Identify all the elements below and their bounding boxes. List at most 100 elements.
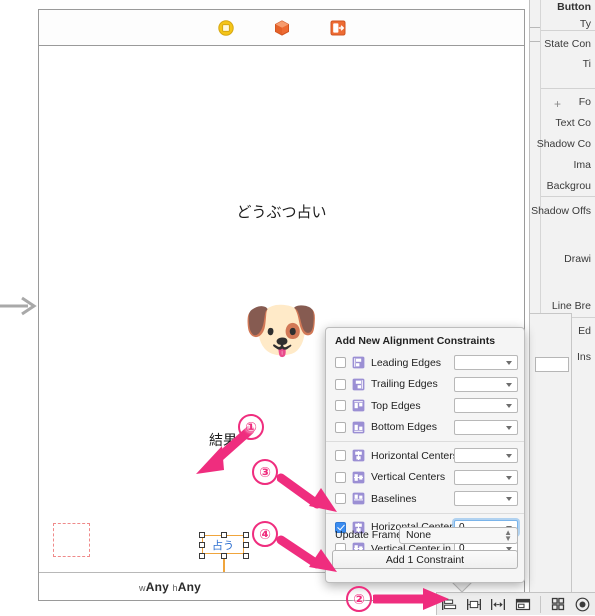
trailing-edges-label: Trailing Edges [371, 378, 438, 391]
bottom-edges-field[interactable] [454, 419, 518, 435]
resize-handle-br[interactable] [243, 553, 249, 559]
align-button[interactable] [437, 593, 462, 616]
vertical-centers-checkbox[interactable] [335, 471, 346, 483]
row-horizontal-centers[interactable]: Horizontal Centers [326, 445, 524, 467]
baselines-field[interactable] [454, 491, 518, 506]
bottom-edges-checkbox[interactable] [335, 421, 346, 433]
inspector-row-shadow-offset: Shadow Offs [531, 205, 591, 217]
chevron-down-icon[interactable] [506, 454, 512, 458]
row-leading-edges[interactable]: Leading Edges [326, 352, 524, 374]
popover-separator-1 [326, 441, 524, 442]
top-edges-checkbox[interactable] [335, 400, 346, 412]
popover-title: Add New Alignment Constraints [335, 335, 496, 347]
vertical-centers-label: Vertical Centers [371, 471, 446, 484]
add-alignment-constraints-popover[interactable]: Add New Alignment Constraints Leading Ed… [325, 327, 525, 583]
update-frames-value: None [406, 529, 432, 541]
row-trailing-edges[interactable]: Trailing Edges [326, 374, 524, 396]
chevron-down-icon[interactable] [506, 475, 512, 480]
vertical-centers-field[interactable] [454, 469, 518, 485]
horizontal-centers-label: Horizontal Centers [371, 449, 458, 462]
resize-handle-tr[interactable] [243, 532, 249, 538]
document-outline-button[interactable] [571, 593, 595, 616]
inspector-row-type: Ty [579, 18, 591, 30]
resize-handle-mr[interactable] [243, 542, 249, 548]
chevron-down-icon[interactable] [506, 404, 512, 408]
update-frames-label: Update Frames [335, 529, 408, 541]
inspector-row-edge: Ed [578, 325, 591, 337]
size-class-h-value: Any [177, 579, 202, 594]
selected-button[interactable]: 占う [199, 532, 249, 559]
resize-handle-tl[interactable] [199, 532, 205, 538]
view-controller-icon[interactable] [217, 19, 234, 36]
resize-handle-tc[interactable] [221, 532, 227, 538]
leading-edges-label: Leading Edges [371, 356, 442, 369]
update-frames-select[interactable]: None ▲ ▼ [399, 526, 518, 544]
row-baselines[interactable]: Baselines [326, 488, 524, 510]
row-top-edges[interactable]: Top Edges [326, 395, 524, 417]
scene-dock[interactable] [39, 10, 524, 46]
inspector-row-font: Fo [578, 96, 591, 108]
inspector-section-title: Button [557, 1, 591, 13]
chevron-down-icon[interactable] [506, 361, 512, 365]
align-trailing-edges-icon [352, 378, 365, 391]
baselines-checkbox[interactable] [335, 493, 346, 505]
inspector-overlay-field[interactable] [535, 357, 569, 372]
annotation-number-3: ③ [252, 459, 278, 485]
row-bottom-edges[interactable]: Bottom Edges [326, 417, 524, 439]
pin-button[interactable] [462, 593, 487, 616]
top-edges-label: Top Edges [371, 399, 421, 412]
horizontal-centers-checkbox[interactable] [335, 450, 346, 462]
stepper-icon[interactable]: ▲ ▼ [504, 528, 512, 542]
app-title-label: どうぶつ占い [236, 203, 327, 221]
annotation-number-2: ② [346, 586, 372, 612]
update-frames-row[interactable]: Update Frames None ▲ ▼ [326, 524, 524, 546]
auto-layout-toolbar[interactable] [436, 592, 595, 615]
align-vertical-centers-icon [352, 471, 365, 484]
resize-handle-bc[interactable] [221, 553, 227, 559]
inspector-row-image: Ima [573, 159, 591, 171]
inspector-divider-a [530, 27, 540, 28]
resolve-button[interactable] [486, 593, 511, 616]
align-top-edges-icon [352, 399, 365, 412]
constraint-line[interactable] [223, 558, 225, 572]
inspector-row-shadow-color: Shadow Co [536, 138, 591, 150]
chevron-down-icon[interactable] [506, 382, 512, 387]
leading-edges-checkbox[interactable] [335, 357, 346, 369]
size-class-indicator[interactable]: wAny hAny [139, 580, 201, 594]
inspector-row-state-config: State Con [544, 38, 591, 50]
annotation-number-1: ① [238, 414, 264, 440]
misplaced-view-indicator [53, 523, 90, 557]
size-class-w-prefix: w [139, 582, 146, 593]
add-constraint-button[interactable]: Add 1 Constraint [332, 550, 518, 569]
chevron-down-icon[interactable] [506, 425, 512, 430]
leading-edges-field[interactable] [454, 355, 518, 370]
first-responder-icon[interactable] [274, 19, 290, 36]
chevron-down-icon[interactable] [506, 497, 512, 501]
trailing-edges-field[interactable] [454, 376, 518, 392]
inspector-row-background: Backgrou [546, 180, 591, 192]
inspector-row-inset: Ins [576, 351, 591, 363]
baselines-label: Baselines [371, 492, 417, 505]
horizontal-centers-field[interactable] [454, 448, 518, 463]
inspector-sep-1 [541, 30, 595, 31]
toolbar-divider [540, 595, 541, 613]
align-horizontal-centers-icon [352, 449, 365, 462]
size-class-w-value: Any [145, 579, 169, 594]
embed-button[interactable] [511, 593, 536, 616]
attributes-inspector-panel[interactable]: Button + Ty State Con Ti Fo Text Co Shad… [529, 0, 595, 615]
resize-handle-ml[interactable] [199, 542, 205, 548]
top-edges-field[interactable] [454, 398, 518, 413]
resize-handle-bl[interactable] [199, 553, 205, 559]
inspector-row-drawing: Drawi [564, 253, 591, 265]
add-state-icon[interactable]: + [554, 97, 561, 111]
trailing-edges-checkbox[interactable] [335, 378, 346, 390]
align-baselines-icon [352, 492, 365, 505]
exit-icon[interactable] [330, 20, 346, 36]
bottom-edges-label: Bottom Edges [371, 421, 437, 434]
inspector-sep-3 [541, 196, 595, 197]
popover-separator-2 [326, 512, 524, 514]
inspector-sep-2 [541, 88, 595, 89]
inspector-row-title: Ti [582, 58, 591, 70]
row-vertical-centers[interactable]: Vertical Centers [326, 467, 524, 489]
grid-view-button[interactable] [546, 593, 571, 616]
